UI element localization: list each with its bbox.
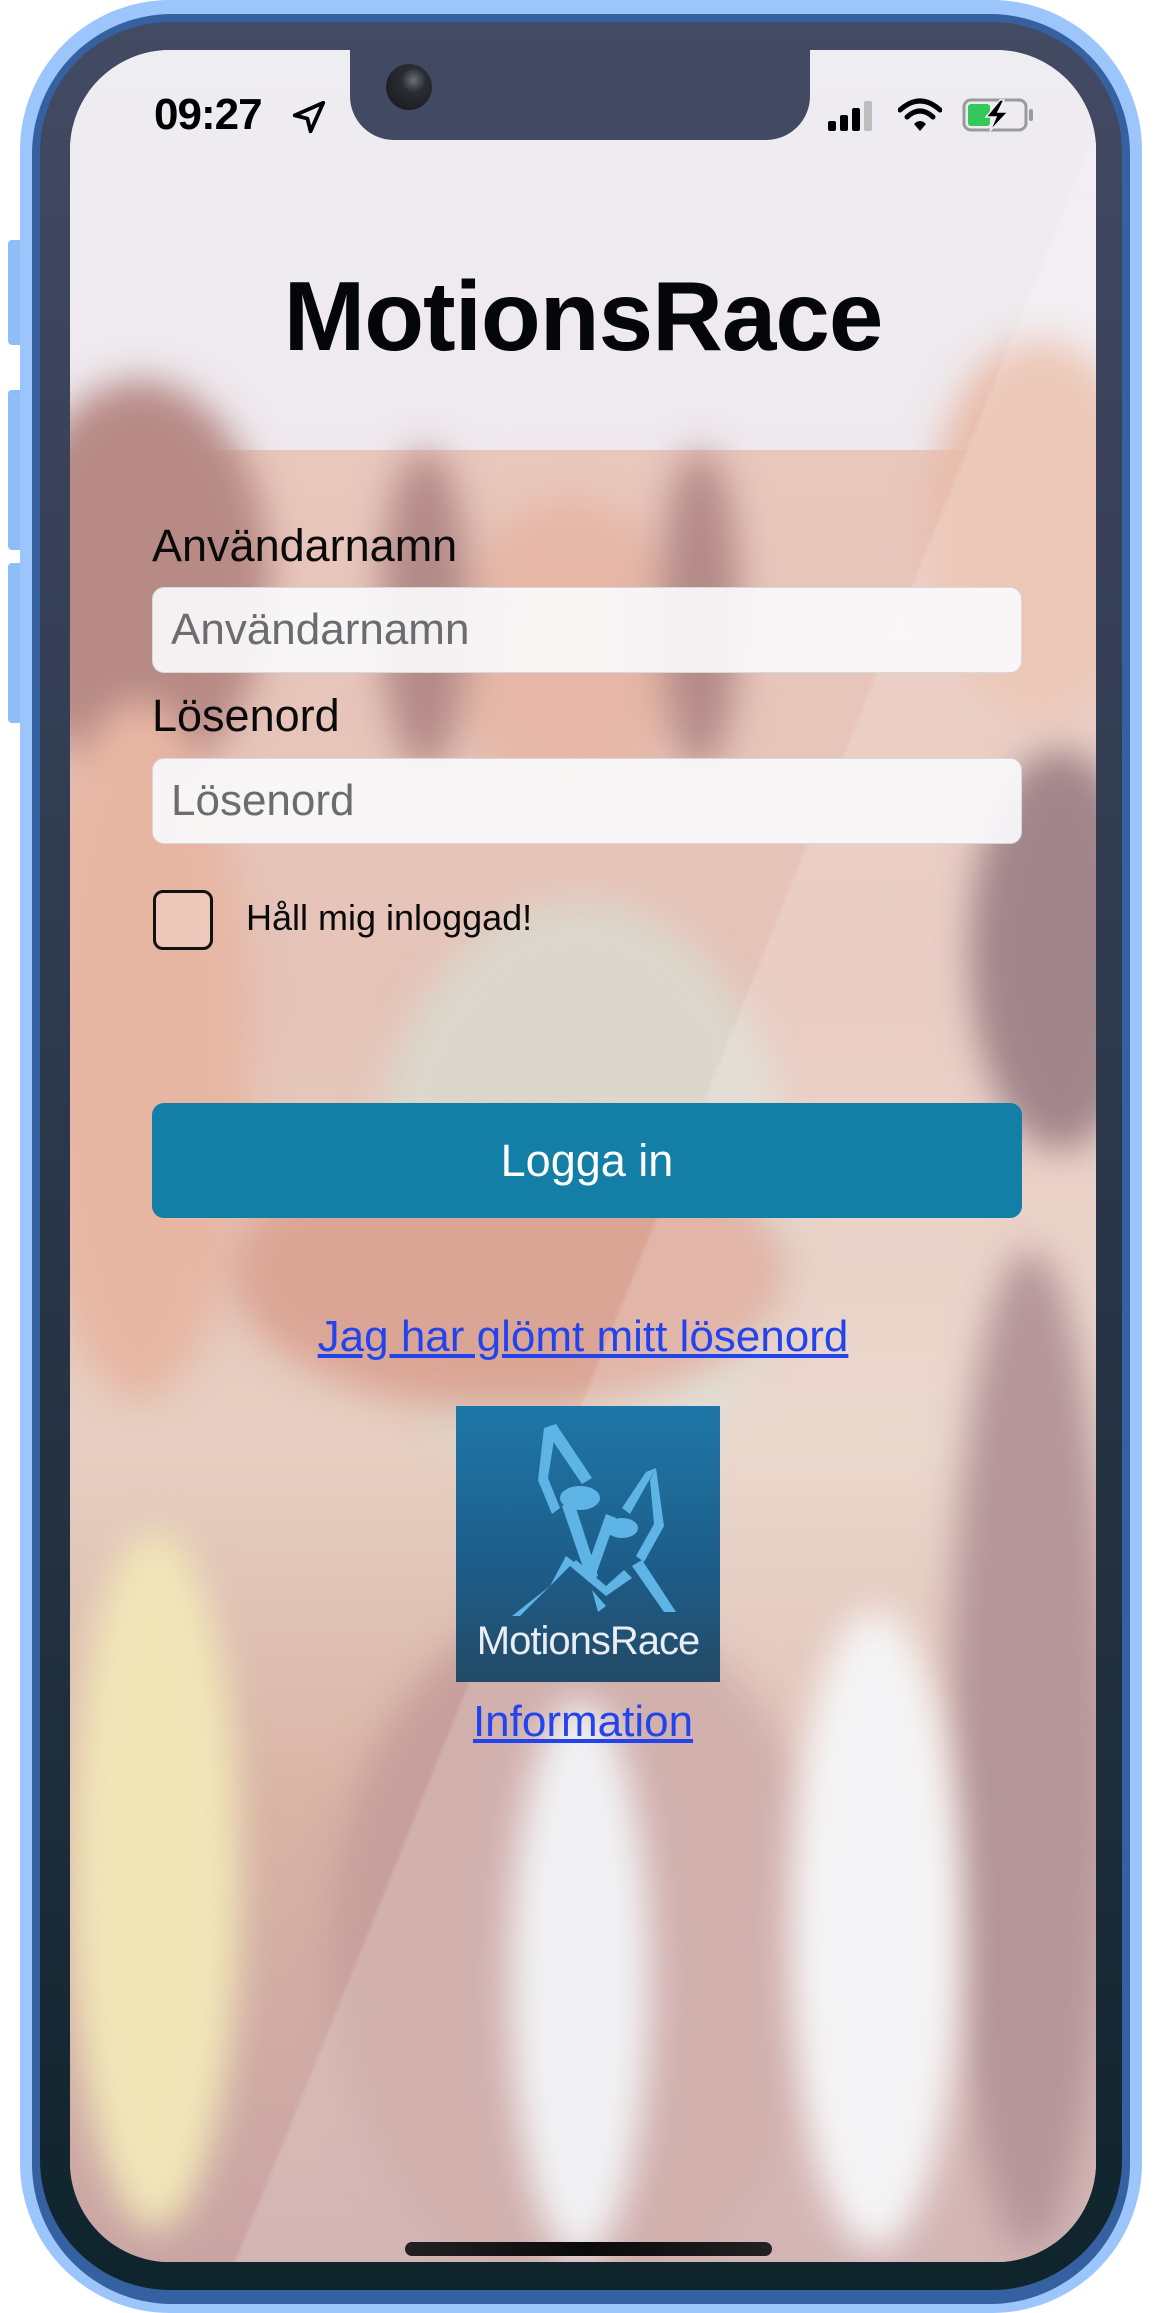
- phone-screen: 09:27 MotionsRace Användarnamn Lösenord …: [70, 50, 1096, 2262]
- username-label: Användarnamn: [152, 520, 458, 571]
- location-arrow-icon: [292, 100, 326, 134]
- status-icons: [826, 98, 1036, 132]
- motionsrace-logo[interactable]: MotionsRace: [456, 1406, 720, 1682]
- login-button[interactable]: Logga in: [152, 1103, 1022, 1218]
- username-input[interactable]: [152, 587, 1022, 673]
- remember-me-label[interactable]: Håll mig inloggad!: [246, 897, 532, 939]
- forgot-password-link[interactable]: Jag har glömt mitt lösenord: [70, 1312, 1096, 1362]
- password-label: Lösenord: [152, 690, 340, 741]
- status-time: 09:27: [154, 90, 263, 139]
- cellular-signal-icon: [828, 101, 872, 131]
- home-indicator[interactable]: [405, 2242, 772, 2256]
- app-title: MotionsRace: [283, 261, 884, 371]
- front-camera: [386, 64, 432, 110]
- remember-me-checkbox[interactable]: [153, 890, 213, 950]
- information-link[interactable]: Information: [70, 1697, 1096, 1747]
- battery-charging-icon: [962, 98, 1033, 132]
- notch: [350, 50, 810, 140]
- logo-text: MotionsRace: [476, 1619, 700, 1663]
- dancing-figures-icon: [512, 1424, 676, 1616]
- wifi-icon: [898, 98, 942, 131]
- password-input[interactable]: [152, 758, 1022, 844]
